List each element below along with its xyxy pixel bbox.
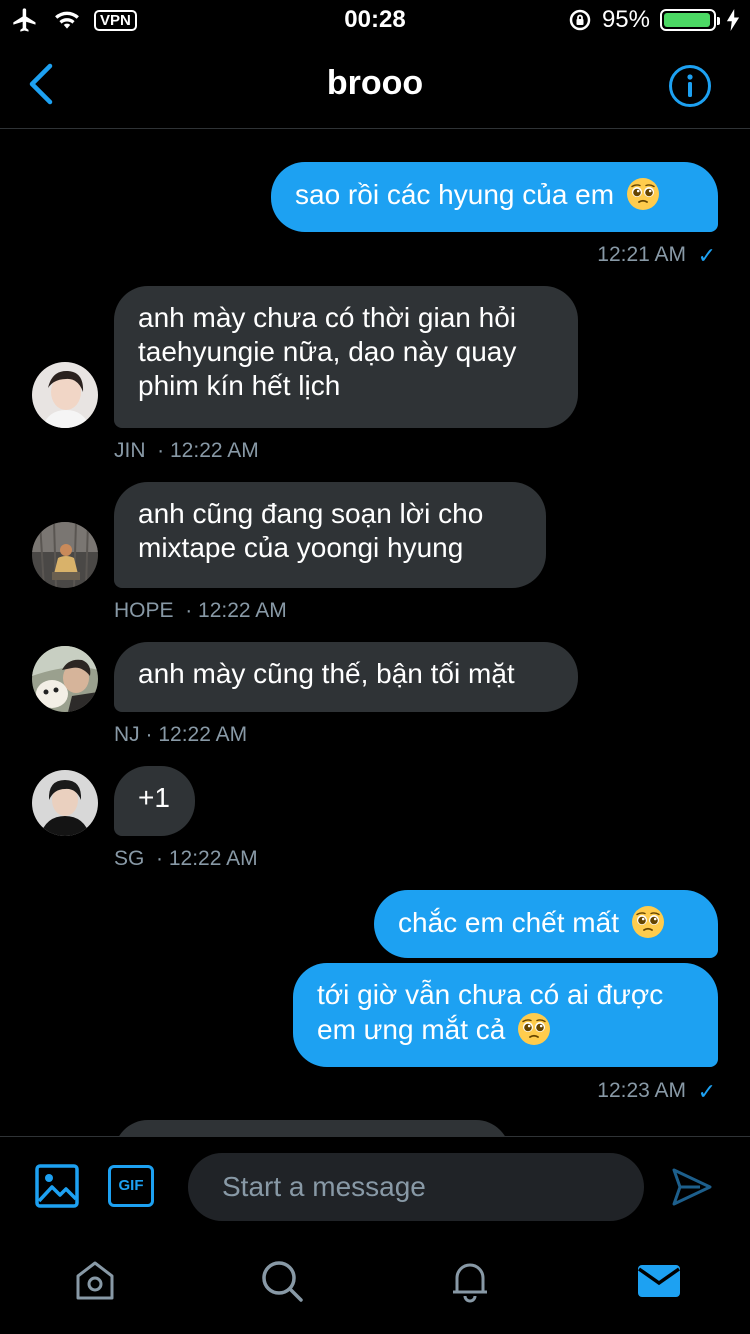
send-icon[interactable] bbox=[670, 1165, 714, 1209]
sender-name: HOPE bbox=[114, 599, 174, 622]
conversation-title[interactable]: brooo bbox=[0, 64, 750, 103]
sender-name: SG bbox=[114, 847, 145, 870]
message-text: sao rồi các hyung của em bbox=[295, 179, 615, 210]
message-bubble-incoming[interactable]: +1 bbox=[114, 766, 195, 836]
message-text: anh mày chưa có thời gian hỏi taehyungie… bbox=[138, 302, 517, 401]
message-timestamp: · 12:22 AM bbox=[157, 439, 259, 462]
message-timestamp: 12:23 AM bbox=[597, 1079, 686, 1102]
pleading-face-emoji-icon bbox=[626, 177, 660, 211]
message-text: anh mày cũng thế, bận tối mặt bbox=[138, 658, 515, 689]
search-icon[interactable] bbox=[259, 1258, 305, 1304]
message-timestamp: · 12:22 AM bbox=[185, 599, 287, 622]
gif-button[interactable]: GIF bbox=[108, 1165, 154, 1207]
pleading-face-emoji-icon bbox=[631, 905, 665, 939]
message-input[interactable]: Start a message bbox=[188, 1153, 644, 1221]
message-timestamp: · 12:22 AM bbox=[156, 847, 258, 870]
bottom-tab-bar bbox=[0, 1236, 750, 1334]
read-check-icon: ✓ bbox=[697, 1079, 716, 1104]
image-icon[interactable] bbox=[34, 1163, 80, 1209]
battery-percent: 95% bbox=[601, 6, 650, 33]
avatar[interactable] bbox=[32, 522, 98, 588]
battery-icon bbox=[660, 9, 720, 31]
home-icon[interactable] bbox=[72, 1258, 118, 1304]
bell-icon[interactable] bbox=[447, 1258, 493, 1304]
read-check-icon: ✓ bbox=[697, 243, 716, 268]
avatar[interactable] bbox=[32, 646, 98, 712]
message-timestamp: 12:21 AM bbox=[597, 243, 686, 266]
sender-name: JIN bbox=[114, 439, 146, 462]
sender-name: NJ bbox=[114, 723, 140, 746]
message-text: chắc em chết mất bbox=[398, 907, 619, 938]
message-bubble-incoming[interactable]: anh cũng đang soạn lời cho mixtape của y… bbox=[114, 482, 546, 588]
message-bubble-outgoing[interactable]: sao rồi các hyung của em bbox=[271, 162, 718, 232]
avatar[interactable] bbox=[32, 362, 98, 428]
message-text: +1 bbox=[138, 782, 170, 813]
rotation-lock-icon bbox=[569, 9, 591, 31]
message-bubble-incoming[interactable]: anh mày chưa có thời gian hỏi taehyungie… bbox=[114, 286, 578, 428]
mail-icon[interactable] bbox=[636, 1258, 682, 1304]
conversation-header: brooo bbox=[0, 40, 750, 129]
charging-bolt-icon bbox=[726, 9, 740, 31]
status-bar: VPN 00:28 95% bbox=[0, 0, 750, 40]
pleading-face-emoji-icon bbox=[517, 1012, 551, 1046]
message-bubble-incoming[interactable]: anh mày cũng thế, bận tối mặt bbox=[114, 642, 578, 712]
message-text: tới giờ vẫn chưa có ai được em ưng mắt c… bbox=[317, 979, 664, 1045]
avatar[interactable] bbox=[32, 770, 98, 836]
message-bubble-outgoing[interactable]: tới giờ vẫn chưa có ai được em ưng mắt c… bbox=[293, 963, 718, 1067]
message-composer: GIF Start a message bbox=[0, 1136, 750, 1237]
message-bubble-outgoing[interactable]: chắc em chết mất bbox=[374, 890, 718, 958]
message-text: anh cũng đang soạn lời cho mixtape của y… bbox=[138, 498, 484, 563]
info-icon[interactable] bbox=[668, 64, 712, 108]
battery-fill bbox=[664, 13, 710, 27]
message-timestamp: · 12:22 AM bbox=[145, 723, 248, 746]
